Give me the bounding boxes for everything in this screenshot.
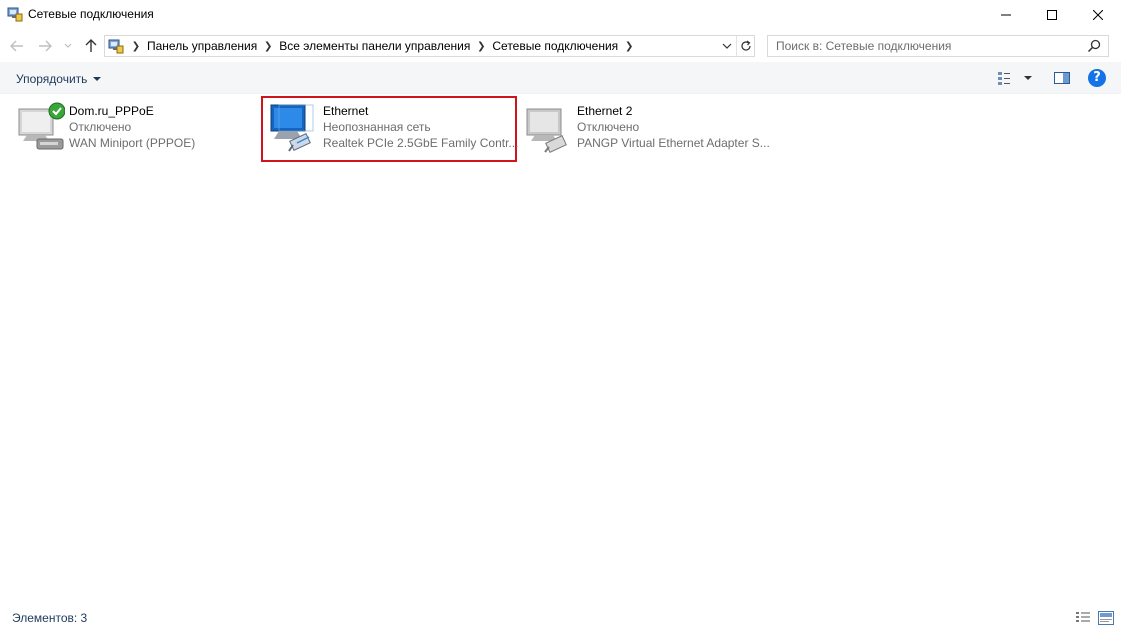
breadcrumb-all-items[interactable]: Все элементы панели управления — [275, 39, 474, 53]
maximize-button[interactable] — [1029, 0, 1075, 30]
chevron-right-icon[interactable]: ❯ — [622, 41, 636, 52]
details-view-icon[interactable] — [1075, 611, 1091, 625]
arrow-right-icon — [39, 40, 52, 52]
minimize-button[interactable] — [983, 0, 1029, 30]
connection-item-ethernet-2[interactable]: Ethernet 2 Отключено PANGP Virtual Ether… — [517, 97, 777, 161]
chevron-right-icon[interactable]: ❯ — [261, 41, 275, 52]
connection-name: Ethernet 2 — [577, 104, 633, 118]
chevron-down-icon — [64, 43, 72, 48]
chevron-right-icon[interactable]: ❯ — [474, 41, 488, 52]
connection-device: Realtek PCIe 2.5GbE Family Contr... — [323, 136, 519, 150]
navigation-bar: ❯ Панель управления ❯ Все элементы панел… — [0, 30, 1121, 62]
maximize-icon — [1047, 10, 1057, 20]
breadcrumb-network-connections[interactable]: Сетевые подключения — [488, 39, 622, 53]
title-bar: Сетевые подключения — [0, 0, 1121, 30]
command-bar: Упорядочить ? — [0, 62, 1121, 94]
breadcrumb: ❯ Панель управления ❯ Все элементы панел… — [129, 39, 636, 53]
arrow-left-icon — [10, 40, 23, 52]
ethernet-connection-icon — [270, 104, 314, 152]
control-panel-icon — [108, 39, 124, 54]
breadcrumb-control-panel[interactable]: Панель управления — [143, 39, 261, 53]
network-connections-icon — [7, 7, 23, 22]
back-button[interactable] — [6, 36, 28, 56]
forward-button[interactable] — [34, 36, 56, 56]
connection-name: Ethernet — [323, 104, 369, 118]
search-box[interactable] — [767, 35, 1109, 57]
dialup-connection-icon — [18, 102, 65, 150]
arrow-up-icon — [85, 39, 97, 52]
connection-item-dom-ru[interactable]: Dom.ru_PPPoE Отключено WAN Miniport (PPP… — [9, 97, 249, 161]
connection-status: Неопознанная сеть — [323, 120, 431, 134]
large-icons-view-icon[interactable] — [1098, 611, 1114, 625]
help-button[interactable]: ? — [1088, 69, 1106, 87]
organize-menu-button[interactable]: Упорядочить — [8, 70, 109, 88]
connection-device: PANGP Virtual Ethernet Adapter S... — [577, 136, 770, 150]
organize-label: Упорядочить — [16, 72, 88, 86]
address-bar[interactable]: ❯ Панель управления ❯ Все элементы панел… — [104, 35, 755, 57]
items-count: Элементов: 3 — [12, 611, 88, 625]
preview-pane-icon[interactable] — [1053, 70, 1071, 86]
connection-text: Dom.ru_PPPoE Отключено WAN Miniport (PPP… — [69, 103, 195, 151]
close-button[interactable] — [1075, 0, 1121, 30]
window-title: Сетевые подключения — [28, 7, 154, 21]
connection-status: Отключено — [577, 120, 640, 134]
search-input[interactable] — [768, 36, 1078, 56]
connection-name: Dom.ru_PPPoE — [69, 104, 154, 118]
recent-locations-button[interactable] — [60, 36, 76, 56]
chevron-right-icon[interactable]: ❯ — [129, 41, 143, 52]
up-button[interactable] — [80, 36, 102, 56]
address-history-button[interactable] — [719, 38, 735, 54]
connection-text: Ethernet 2 Отключено PANGP Virtual Ether… — [577, 103, 770, 151]
refresh-icon — [741, 40, 751, 51]
caret-down-icon — [93, 77, 102, 81]
change-view-icon[interactable] — [997, 70, 1017, 86]
connection-device: WAN Miniport (PPPOE) — [69, 136, 196, 150]
connection-text: Ethernet Неопознанная сеть Realtek PCIe … — [323, 103, 518, 151]
chevron-down-icon — [722, 43, 732, 49]
status-bar: Элементов: 3 — [0, 607, 1121, 629]
connection-status: Отключено — [69, 120, 132, 134]
minimize-icon — [1001, 14, 1011, 16]
connections-list: Dom.ru_PPPoE Отключено WAN Miniport (PPP… — [0, 95, 1121, 600]
connection-item-ethernet[interactable]: Ethernet Неопознанная сеть Realtek PCIe … — [261, 96, 518, 162]
search-icon[interactable] — [1086, 38, 1102, 54]
refresh-button[interactable] — [736, 36, 755, 56]
view-options-caret-icon[interactable] — [1024, 76, 1032, 80]
close-icon — [1093, 10, 1103, 20]
ethernet-disabled-icon — [526, 108, 567, 153]
